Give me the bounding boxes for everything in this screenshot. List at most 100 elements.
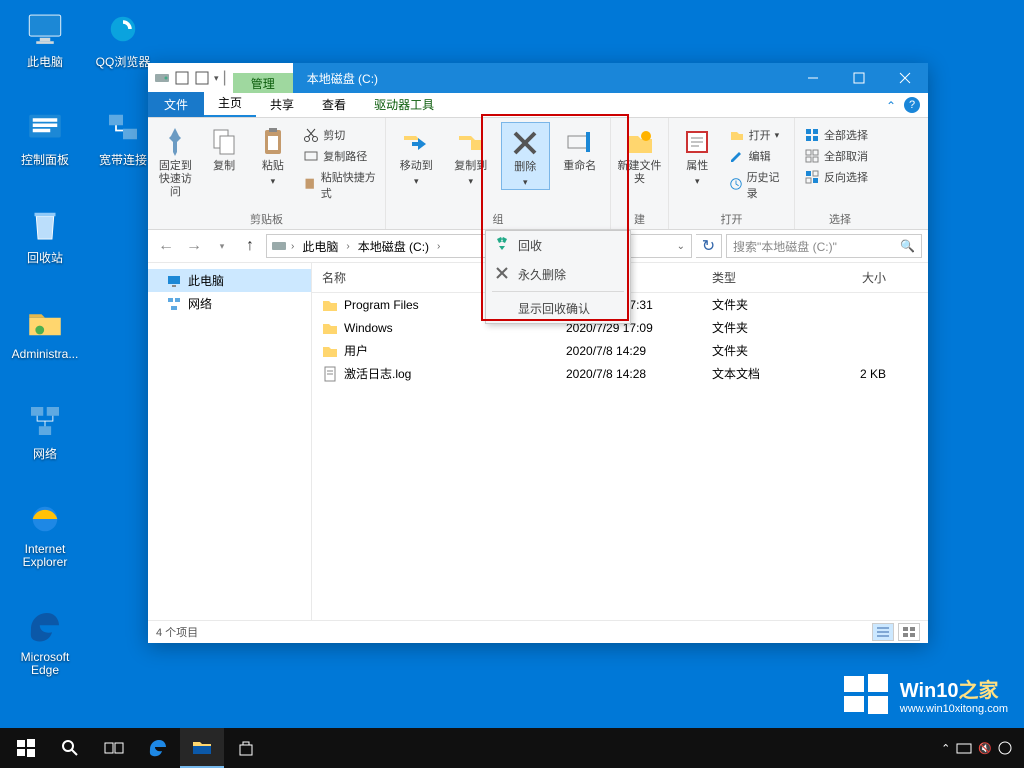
delete-x-icon (494, 265, 510, 281)
tray-network-icon[interactable] (956, 741, 972, 755)
watermark: Win10之家 www.win10xitong.com (832, 664, 1018, 724)
drive-icon (154, 70, 170, 86)
ribbon-group-organize: 组 (392, 209, 604, 227)
taskbar-search[interactable] (48, 728, 92, 768)
tab-home[interactable]: 主页 (204, 90, 256, 117)
file-name: Windows (344, 321, 393, 335)
tray-ime-icon[interactable] (998, 741, 1012, 755)
ribbon-new-folder[interactable]: 新建文件夹 (617, 122, 662, 186)
pc-icon (166, 273, 182, 289)
refresh-button[interactable]: ↻ (696, 234, 722, 258)
taskbar-store[interactable] (224, 728, 268, 768)
help-button[interactable]: ? (904, 97, 920, 113)
ribbon-history[interactable]: 历史记录 (726, 168, 788, 202)
file-type: 文本文档 (712, 365, 828, 382)
nav-forward-button[interactable]: → (182, 234, 206, 258)
minimize-button[interactable] (790, 63, 836, 93)
file-row[interactable]: 用户2020/7/8 14:29文件夹 (312, 339, 928, 362)
ribbon-select-all[interactable]: 全部选择 (801, 126, 871, 144)
desktop-label: Administra... (8, 347, 82, 361)
file-date: 2020/7/8 14:28 (566, 367, 712, 381)
sidebar-this-pc[interactable]: 此电脑 (148, 269, 311, 292)
desktop-icon-this-pc[interactable]: 此电脑 (8, 8, 82, 70)
search-icon: 🔍 (900, 239, 915, 253)
system-tray[interactable]: ⌃ 🔇 (941, 741, 1020, 755)
chevron-right-icon[interactable]: › (289, 241, 296, 252)
desktop-icon-network[interactable]: 网络 (8, 400, 82, 462)
breadcrumb[interactable]: 此电脑 (298, 238, 342, 255)
dropdown-recycle[interactable]: 回收 (486, 231, 630, 260)
ribbon: 固定到快速访问 复制 粘贴▾ 剪切 复制路径 粘贴快捷方式 剪贴板 移动到▾ 复… (148, 118, 928, 230)
desktop-label: 此电脑 (8, 53, 82, 70)
col-size[interactable]: 大小 (828, 269, 900, 286)
separator: | (223, 69, 227, 87)
nav-back-button[interactable]: ← (154, 234, 178, 258)
ribbon-open[interactable]: 打开▾ (726, 126, 788, 144)
ribbon-group-clipboard: 剪贴板 (154, 209, 379, 227)
tray-chevron-up-icon[interactable]: ⌃ (941, 742, 950, 755)
titlebar[interactable]: ▾ | 管理 本地磁盘 (C:) (148, 63, 928, 93)
ribbon-collapse-icon[interactable]: ⌃ (878, 95, 904, 117)
desktop-icon-ie[interactable]: Internet Explorer (8, 498, 82, 569)
ribbon-paste-shortcut[interactable]: 粘贴快捷方式 (300, 168, 379, 202)
chevron-down-icon[interactable]: ⌄ (675, 241, 687, 252)
nav-up-button[interactable]: ↑ (238, 234, 262, 258)
ribbon-pin-to-quick-access[interactable]: 固定到快速访问 (154, 122, 197, 199)
ribbon-paste[interactable]: 粘贴▾ (252, 122, 295, 188)
ribbon-tabs: 文件 主页 共享 查看 驱动器工具 ⌃ ? (148, 93, 928, 118)
close-button[interactable] (882, 63, 928, 93)
ribbon-edit[interactable]: 编辑 (726, 147, 788, 165)
ribbon-copy-path[interactable]: 复制路径 (300, 147, 379, 165)
taskbar-taskview[interactable] (92, 728, 136, 768)
desktop-icon-edge[interactable]: Microsoft Edge (8, 606, 82, 677)
ribbon-invert-selection[interactable]: 反向选择 (801, 168, 871, 186)
tab-share[interactable]: 共享 (256, 92, 308, 117)
qat-btn[interactable] (174, 70, 190, 86)
qat-btn[interactable] (194, 70, 210, 86)
ribbon-delete[interactable]: 删除▾ (501, 122, 550, 190)
ribbon-properties[interactable]: 属性▾ (675, 122, 720, 188)
view-icons-button[interactable] (898, 623, 920, 641)
folder-icon (322, 297, 338, 313)
file-type: 文件夹 (712, 319, 828, 336)
ribbon-cut[interactable]: 剪切 (300, 126, 379, 144)
view-details-button[interactable] (872, 623, 894, 641)
ribbon-group-select: 选择 (801, 209, 879, 227)
taskbar-edge[interactable] (136, 728, 180, 768)
ribbon-group-open: 打开 (675, 209, 788, 227)
breadcrumb[interactable]: 本地磁盘 (C:) (354, 238, 433, 255)
desktop-icon-user-folder[interactable]: Administra... (8, 302, 82, 361)
status-item-count: 4 个项目 (156, 624, 198, 640)
tab-file[interactable]: 文件 (148, 92, 204, 117)
qat-dropdown-icon[interactable]: ▾ (214, 73, 219, 84)
dropdown-permanent-delete[interactable]: 永久删除 (486, 260, 630, 289)
ribbon-move-to[interactable]: 移动到▾ (392, 122, 440, 188)
quick-access-toolbar: ▾ | (148, 63, 233, 93)
network-icon (166, 296, 182, 312)
desktop-icon-recycle-bin[interactable]: 回收站 (8, 204, 82, 266)
desktop-label: 回收站 (8, 249, 82, 266)
search-input[interactable]: 搜索"本地磁盘 (C:)" 🔍 (726, 234, 922, 258)
nav-recent-dropdown[interactable]: ▾ (210, 234, 234, 258)
col-type[interactable]: 类型 (712, 269, 828, 286)
desktop-label: Internet Explorer (8, 543, 82, 569)
dropdown-show-confirm[interactable]: 显示回收确认 (486, 294, 630, 323)
ribbon-copy[interactable]: 复制 (203, 122, 246, 173)
ribbon-select-none[interactable]: 全部取消 (801, 147, 871, 165)
chevron-right-icon[interactable]: › (435, 241, 442, 252)
tab-drive-tools[interactable]: 驱动器工具 (360, 92, 448, 117)
ribbon-group-new: 建 (617, 209, 662, 227)
tray-volume-icon[interactable]: 🔇 (978, 742, 992, 755)
taskbar-explorer[interactable] (180, 728, 224, 768)
file-icon (322, 366, 338, 382)
tab-view[interactable]: 查看 (308, 92, 360, 117)
maximize-button[interactable] (836, 63, 882, 93)
ribbon-copy-to[interactable]: 复制到▾ (446, 122, 494, 188)
file-row[interactable]: 激活日志.log2020/7/8 14:28文本文档2 KB (312, 362, 928, 385)
start-button[interactable] (4, 728, 48, 768)
chevron-right-icon[interactable]: › (344, 241, 351, 252)
sidebar-network[interactable]: 网络 (148, 292, 311, 315)
desktop-icon-qq-browser[interactable]: QQ浏览器 (86, 8, 160, 70)
desktop-icon-control-panel[interactable]: 控制面板 (8, 106, 82, 168)
ribbon-rename[interactable]: 重命名 (556, 122, 604, 173)
